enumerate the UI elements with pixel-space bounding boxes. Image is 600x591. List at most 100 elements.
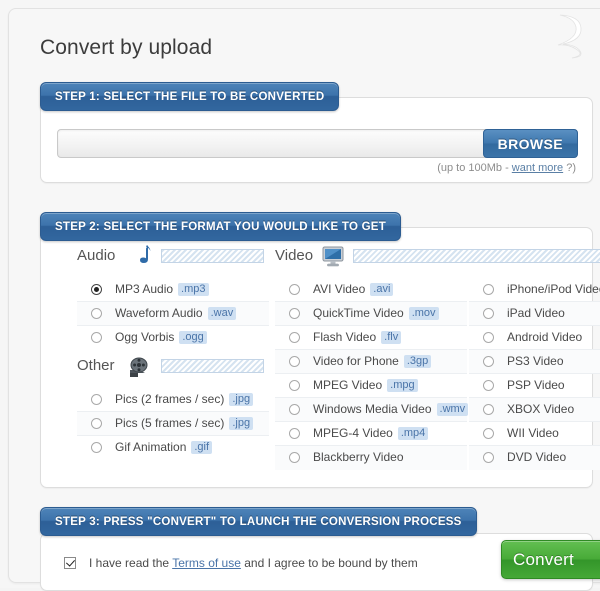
device-option-row[interactable]: PSP Video	[469, 374, 600, 398]
audio-option-row[interactable]: Ogg Vorbis .ogg	[77, 326, 269, 350]
terms-suffix: and I agree to be bound by them	[240, 556, 418, 570]
option-label: QuickTime Video .mov	[313, 306, 439, 320]
extension-badge: .jpg	[229, 393, 254, 406]
video-option-row[interactable]: MPEG-4 Video .mp4	[275, 422, 467, 446]
radio-flash-video[interactable]	[289, 332, 300, 343]
device-option-row[interactable]: PS3 Video	[469, 350, 600, 374]
radio-xbox-video[interactable]	[483, 404, 494, 415]
video-option-row[interactable]: AVI Video .avi	[275, 278, 467, 302]
radio-ogg-vorbis[interactable]	[91, 332, 102, 343]
radio-wii-video[interactable]	[483, 428, 494, 439]
step1-header: STEP 1: SELECT THE FILE TO BE CONVERTED	[40, 82, 340, 111]
device-option-row[interactable]: DVD Video	[469, 446, 600, 470]
video-option-row[interactable]: Windows Media Video .wmv	[275, 398, 469, 422]
radio-iphone-ipod-video[interactable]	[483, 284, 494, 295]
option-label: MPEG-4 Video .mp4	[313, 426, 429, 440]
group-heading-audio: Audio	[77, 242, 267, 272]
option-label: Pics (5 frames / sec) .jpg	[115, 416, 254, 430]
extension-badge: .jpg	[229, 417, 254, 430]
option-label: XBOX Video	[507, 402, 575, 416]
group-label-other: Other	[77, 357, 115, 374]
option-label: MPEG Video .mpg	[313, 378, 418, 392]
audio-options-column: MP3 Audio .mp3 Waveform Audio .wav Ogg Vorbi…	[77, 278, 269, 350]
want-more-link[interactable]: want more	[512, 162, 563, 174]
radio-blackberry-video[interactable]	[289, 452, 300, 463]
other-option-row[interactable]: Gif Animation .gif	[77, 436, 269, 460]
option-label: Video for Phone .3gp	[313, 354, 432, 368]
convert-button[interactable]: Convert	[501, 540, 600, 579]
video-option-row[interactable]: Blackberry Video	[275, 446, 467, 470]
other-option-row[interactable]: Pics (5 frames / sec) .jpg	[77, 412, 269, 436]
option-label: AVI Video .avi	[313, 282, 394, 296]
device-option-row[interactable]: Android Video	[469, 326, 600, 350]
video-option-row[interactable]: MPEG Video .mpg	[275, 374, 467, 398]
convert-swoosh-icon	[554, 11, 594, 59]
browse-button[interactable]: BROWSE	[482, 129, 578, 158]
convert-button-label: Convert	[513, 550, 574, 569]
terms-prefix: I have read the	[89, 556, 173, 570]
extension-badge: .mp3	[178, 283, 209, 296]
step2-header: STEP 2: SELECT THE FORMAT YOU WOULD LIKE…	[40, 212, 401, 241]
extension-badge: .gif	[191, 441, 213, 454]
step3-header: STEP 3: PRESS "CONVERT" TO LAUNCH THE CO…	[40, 507, 477, 536]
radio-pics-2-frames-sec[interactable]	[91, 394, 102, 405]
page-root: Convert by upload STEP 1: SELECT THE FIL…	[0, 0, 600, 591]
terms-checkbox[interactable]	[64, 557, 76, 569]
radio-windows-media-video[interactable]	[289, 404, 300, 415]
option-label: MP3 Audio .mp3	[115, 282, 209, 296]
option-label: Windows Media Video .wmv	[313, 402, 469, 416]
radio-gif-animation[interactable]	[91, 442, 102, 453]
audio-option-row[interactable]: MP3 Audio .mp3	[77, 278, 269, 302]
radio-dvd-video[interactable]	[483, 452, 494, 463]
radio-ps3-video[interactable]	[483, 356, 494, 367]
group-heading-other: Other	[77, 352, 267, 382]
video-option-row[interactable]: Video for Phone .3gp	[275, 350, 467, 374]
device-options-column: iPhone/iPod Video iPad Video Android Video…	[469, 278, 600, 470]
option-label: Waveform Audio .wav	[115, 306, 237, 320]
group-rule-video	[353, 249, 600, 263]
device-option-row[interactable]: iPad Video	[469, 302, 600, 326]
radio-psp-video[interactable]	[483, 380, 494, 391]
upload-note-suffix: ?)	[563, 162, 576, 174]
option-label: PSP Video	[507, 378, 565, 392]
extension-badge: .wav	[207, 307, 237, 320]
extension-badge: .flv	[381, 331, 402, 344]
extension-badge: .ogg	[179, 331, 207, 344]
radio-ipad-video[interactable]	[483, 308, 494, 319]
film-reel-icon	[125, 354, 153, 382]
video-option-row[interactable]: QuickTime Video .mov	[275, 302, 467, 326]
other-option-row[interactable]: Pics (2 frames / sec) .jpg	[77, 388, 269, 412]
option-label: Blackberry Video	[313, 450, 404, 464]
extension-badge: .avi	[370, 283, 394, 296]
radio-mp3-audio[interactable]	[91, 284, 102, 295]
radio-waveform-audio[interactable]	[91, 308, 102, 319]
radio-android-video[interactable]	[483, 332, 494, 343]
radio-pics-5-frames-sec[interactable]	[91, 418, 102, 429]
step2-panel: Audio Video Other MP3 Audio .mp3 Wavefor…	[40, 227, 600, 488]
group-rule-other	[161, 359, 264, 373]
option-label: Pics (2 frames / sec) .jpg	[115, 392, 254, 406]
extension-badge: .mpg	[387, 379, 418, 392]
video-option-row[interactable]: Flash Video .flv	[275, 326, 467, 350]
video-options-column: AVI Video .avi QuickTime Video .mov Flash Vi…	[275, 278, 469, 470]
group-heading-video: Video	[275, 242, 600, 272]
group-rule-audio	[161, 249, 264, 263]
upload-row: BROWSE	[57, 129, 578, 158]
option-label: Flash Video .flv	[313, 330, 402, 344]
device-option-row[interactable]: iPhone/iPod Video	[469, 278, 600, 302]
audio-option-row[interactable]: Waveform Audio .wav	[77, 302, 269, 326]
radio-mpeg-4-video[interactable]	[289, 428, 300, 439]
extension-badge: .mp4	[397, 427, 429, 440]
option-label: PS3 Video	[507, 354, 564, 368]
radio-mpeg-video[interactable]	[289, 380, 300, 391]
radio-avi-video[interactable]	[289, 284, 300, 295]
radio-quicktime-video[interactable]	[289, 308, 300, 319]
upload-size-note: (up to 100Mb - want more ?)	[437, 162, 576, 174]
terms-of-use-link[interactable]: Terms of use	[172, 556, 241, 570]
device-option-row[interactable]: XBOX Video	[469, 398, 600, 422]
option-label: WII Video	[507, 426, 559, 440]
music-note-icon	[129, 242, 157, 270]
radio-video-for-phone[interactable]	[289, 356, 300, 367]
device-option-row[interactable]: WII Video	[469, 422, 600, 446]
content-card: Convert by upload STEP 1: SELECT THE FIL…	[8, 8, 600, 591]
